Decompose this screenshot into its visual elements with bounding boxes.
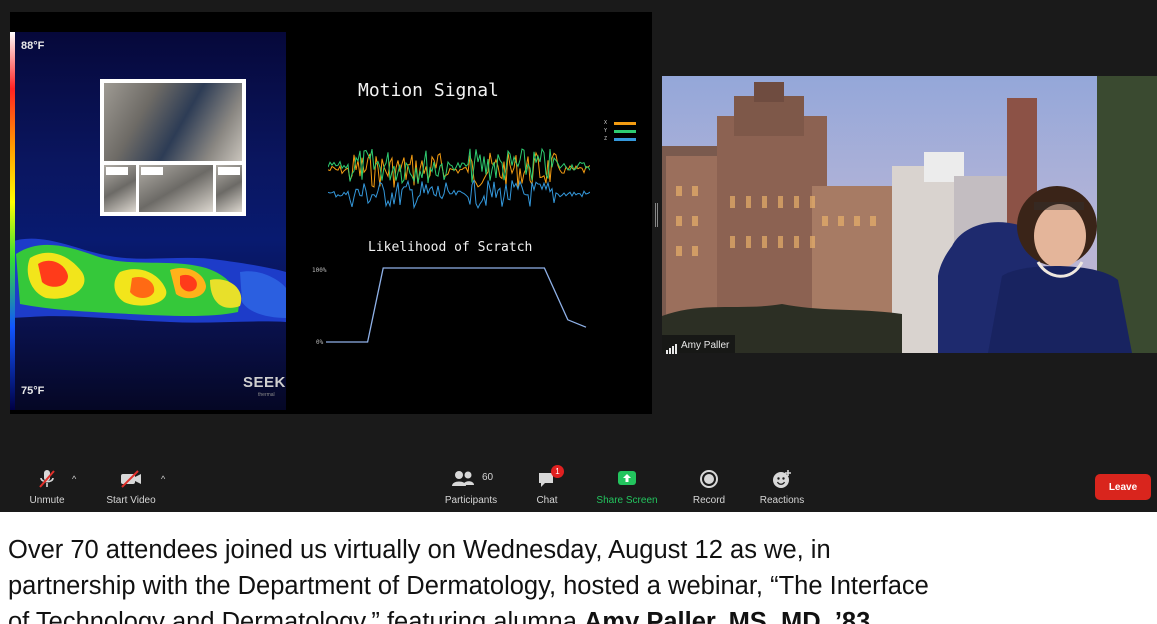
chat-button[interactable]: 1 Chat (526, 462, 568, 512)
scratch-likelihood-line (326, 267, 587, 343)
share-screen-icon (618, 471, 636, 485)
temp-high-label: 88°F (21, 40, 45, 52)
article-line-3-text: of Technology and Dermatology,” featurin… (8, 608, 584, 624)
wrist-sensor-photo (104, 165, 136, 212)
leave-button[interactable]: Leave (1095, 474, 1151, 500)
photo-caption (192, 84, 236, 98)
legend-y: Y (604, 128, 638, 136)
legend-x: X (604, 120, 638, 128)
city-background (662, 76, 1157, 353)
motion-series-z (328, 179, 590, 210)
legend-y-swatch (614, 130, 636, 133)
seek-logo-sub: thermal (258, 392, 275, 398)
start-video-button[interactable]: Start Video (98, 462, 164, 512)
unmute-button[interactable]: Unmute (20, 462, 74, 512)
article-line-2: partnership with the Department of Derma… (8, 572, 929, 600)
participants-icon (452, 471, 474, 486)
reactions-button[interactable]: Reactions (754, 462, 810, 512)
seek-logo: SEEK (243, 374, 286, 391)
video-off-icon (121, 470, 141, 488)
article-line-1: Over 70 attendees joined us virtually on… (8, 536, 831, 564)
participants-button[interactable]: 60 Participants (436, 462, 506, 512)
record-icon (700, 470, 718, 488)
record-button[interactable]: Record (686, 462, 732, 512)
shared-screen: 88°F 75°F SEEK thermal Motion Signal X Y… (10, 12, 652, 414)
participant-name: Amy Paller (681, 339, 730, 351)
scratch-likelihood-plot (326, 267, 587, 343)
chat-badge: 1 (551, 465, 564, 478)
temp-low-label: 75°F (21, 385, 45, 397)
participant-count: 60 (482, 472, 494, 483)
thermal-image (10, 32, 286, 410)
speaker-video (662, 76, 1157, 353)
shoulder-sensor-photo (216, 165, 242, 212)
audio-options-chevron-icon[interactable]: ^ (72, 474, 76, 484)
legend-z: Z (604, 136, 638, 144)
legend-x-swatch (614, 122, 636, 125)
muted-mic-icon (39, 470, 55, 488)
motion-signal-title: Motion Signal (358, 80, 499, 101)
scratch-likelihood-title: Likelihood of Scratch (368, 240, 533, 255)
signal-strength-icon (666, 336, 678, 354)
temperature-scale-bar (10, 32, 15, 410)
article-text: Over 70 attendees joined us virtually on… (8, 532, 1157, 624)
legend-z-swatch (614, 138, 636, 141)
zoom-meeting-window: 88°F 75°F SEEK thermal Motion Signal X Y… (0, 0, 1157, 512)
article-line-3: of Technology and Dermatology,” featurin… (8, 604, 1157, 624)
participant-name-tag: Amy Paller (662, 335, 736, 354)
sleep-photo-inset (100, 79, 246, 216)
panel-resize-handle[interactable] (655, 203, 658, 227)
meeting-toolbar: Unmute ^ Start Video ^ 60 Participants 1… (0, 462, 1157, 512)
reactions-icon (773, 470, 791, 488)
share-screen-button[interactable]: Share Screen (592, 462, 662, 512)
video-options-chevron-icon[interactable]: ^ (161, 474, 165, 484)
hand-sensor-photo (139, 165, 213, 212)
motion-signal-plot (328, 147, 590, 210)
alumna-name: Amy Paller, MS, MD, ’83 (583, 608, 871, 624)
